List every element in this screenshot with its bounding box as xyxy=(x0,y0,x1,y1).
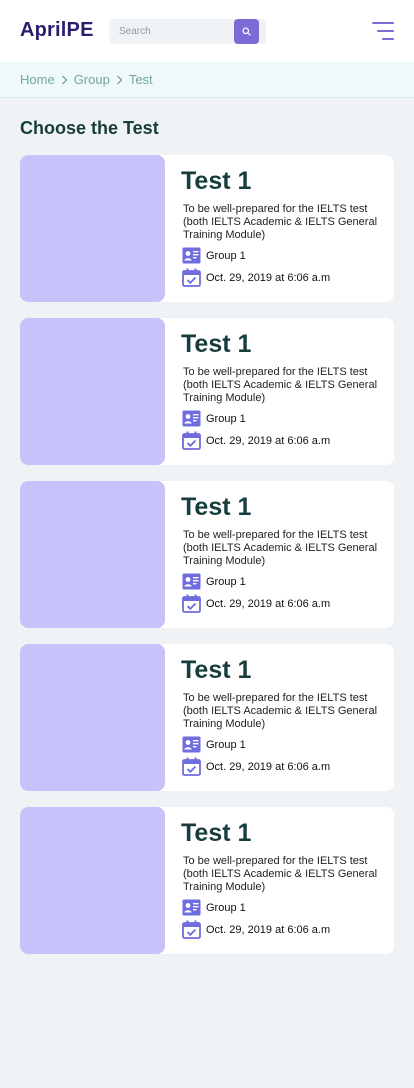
test-title: Test 1 xyxy=(181,656,252,684)
test-description: To be well-prepared for the IELTS test (… xyxy=(183,855,378,893)
test-date: Oct. 29, 2019 at 6:06 a.m xyxy=(182,431,330,450)
test-description: To be well-prepared for the IELTS test (… xyxy=(183,529,378,567)
test-group-label: Group 1 xyxy=(206,575,246,588)
breadcrumb-group[interactable]: Group xyxy=(74,72,110,87)
test-thumbnail xyxy=(20,807,165,954)
calendar-check-icon xyxy=(182,594,201,613)
calendar-check-icon xyxy=(182,757,201,776)
app-header: AprilPE xyxy=(0,0,414,62)
breadcrumb: Home Group Test xyxy=(20,72,153,87)
test-title: Test 1 xyxy=(181,330,252,358)
test-title: Test 1 xyxy=(181,493,252,521)
calendar-check-icon xyxy=(182,920,201,939)
contact-card-icon xyxy=(182,246,201,265)
test-date-label: Oct. 29, 2019 at 6:06 a.m xyxy=(206,434,331,447)
contact-card-icon xyxy=(182,409,201,428)
search-button[interactable] xyxy=(234,19,259,44)
test-group: Group 1 xyxy=(182,572,246,591)
test-group-label: Group 1 xyxy=(206,412,246,425)
page-title: Choose the Test xyxy=(20,118,159,138)
app-logo[interactable]: AprilPE xyxy=(20,19,94,42)
search-icon xyxy=(242,27,251,36)
menu-icon xyxy=(372,22,394,24)
test-group-label: Group 1 xyxy=(206,901,246,914)
test-description: To be well-prepared for the IELTS test (… xyxy=(183,366,378,404)
calendar-check-icon xyxy=(182,431,201,450)
test-date-label: Oct. 29, 2019 at 6:06 a.m xyxy=(206,760,331,773)
test-card[interactable]: Test 1 To be well-prepared for the IELTS… xyxy=(20,807,394,954)
test-description: To be well-prepared for the IELTS test (… xyxy=(183,203,378,241)
test-date: Oct. 29, 2019 at 6:06 a.m xyxy=(182,920,330,939)
menu-button[interactable] xyxy=(372,22,394,40)
test-card[interactable]: Test 1 To be well-prepared for the IELTS… xyxy=(20,155,394,302)
chevron-right-icon xyxy=(61,75,68,85)
test-group: Group 1 xyxy=(182,735,246,754)
test-card[interactable]: Test 1 To be well-prepared for the IELTS… xyxy=(20,318,394,465)
test-date: Oct. 29, 2019 at 6:06 a.m xyxy=(182,594,330,613)
test-date-label: Oct. 29, 2019 at 6:06 a.m xyxy=(206,597,331,610)
search-bar xyxy=(109,19,266,44)
test-title: Test 1 xyxy=(181,819,252,847)
breadcrumb-bar: Home Group Test xyxy=(0,62,414,98)
test-card[interactable]: Test 1 To be well-prepared for the IELTS… xyxy=(20,644,394,791)
test-date: Oct. 29, 2019 at 6:06 a.m xyxy=(182,757,330,776)
breadcrumb-test: Test xyxy=(128,72,153,87)
test-card[interactable]: Test 1 To be well-prepared for the IELTS… xyxy=(20,481,394,628)
test-group-label: Group 1 xyxy=(206,249,246,262)
contact-card-icon xyxy=(182,735,201,754)
test-group-label: Group 1 xyxy=(206,738,246,751)
breadcrumb-home[interactable]: Home xyxy=(20,72,55,87)
test-date-label: Oct. 29, 2019 at 6:06 a.m xyxy=(206,923,331,936)
test-thumbnail xyxy=(20,155,165,302)
contact-card-icon xyxy=(182,898,201,917)
test-group: Group 1 xyxy=(182,898,246,917)
contact-card-icon xyxy=(182,572,201,591)
test-description: To be well-prepared for the IELTS test (… xyxy=(183,692,378,730)
test-group: Group 1 xyxy=(182,246,246,265)
chevron-right-icon xyxy=(116,75,123,85)
test-date: Oct. 29, 2019 at 6:06 a.m xyxy=(182,268,330,287)
test-group: Group 1 xyxy=(182,409,246,428)
test-thumbnail xyxy=(20,644,165,791)
test-date-label: Oct. 29, 2019 at 6:06 a.m xyxy=(206,271,331,284)
test-thumbnail xyxy=(20,318,165,465)
test-thumbnail xyxy=(20,481,165,628)
calendar-check-icon xyxy=(182,268,201,287)
test-title: Test 1 xyxy=(181,167,252,195)
search-input[interactable] xyxy=(109,19,234,44)
